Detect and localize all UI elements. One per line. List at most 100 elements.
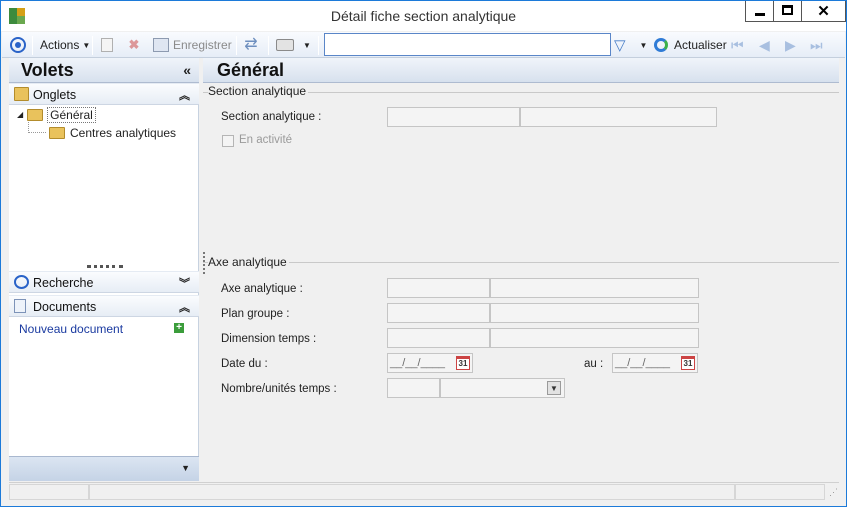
previous-icon: ◀ xyxy=(759,36,770,53)
status-cell xyxy=(735,484,825,500)
status-bar: ⋰ xyxy=(9,482,839,500)
section-code-field[interactable] xyxy=(387,107,520,127)
new-document-link[interactable]: Nouveau document xyxy=(19,322,123,336)
plan-groupe-name-field[interactable] xyxy=(490,303,699,323)
toolbar-separator xyxy=(92,36,93,55)
last-page-icon: ⏭ xyxy=(810,36,823,53)
last-record-button[interactable]: ⏭ xyxy=(810,36,823,54)
nombre-unites-temps-label: Nombre/unités temps : xyxy=(221,383,337,395)
new-record-button[interactable] xyxy=(101,36,113,54)
chevron-up-icon: ︽ xyxy=(179,302,190,314)
close-button[interactable]: ✕ xyxy=(801,1,846,22)
app-window: Détail fiche section analytique ✕ Action… xyxy=(0,0,847,507)
tree-item-general[interactable]: ◢ Général xyxy=(17,106,96,123)
axe-code-field[interactable] xyxy=(387,278,490,298)
previous-record-button[interactable]: ◀ xyxy=(759,36,770,54)
date-du-label: Date du : xyxy=(221,358,268,370)
documents-label: Documents xyxy=(33,300,97,314)
nombre-field[interactable] xyxy=(387,378,440,398)
dimension-temps-label: Dimension temps : xyxy=(221,333,317,345)
print-icon xyxy=(276,39,294,51)
plan-groupe-label: Plan groupe : xyxy=(221,308,290,320)
actions-label: Actions xyxy=(40,38,80,52)
save-label: Enregistrer xyxy=(173,38,232,52)
new-document-icon xyxy=(101,38,113,52)
save-button[interactable]: Enregistrer xyxy=(153,36,232,54)
toolbar-separator xyxy=(32,36,33,55)
plan-groupe-code-field[interactable] xyxy=(387,303,490,323)
status-cell xyxy=(9,484,89,500)
panel-footer[interactable]: ▼ xyxy=(9,456,199,481)
section-analytique-group-title: Section analytique xyxy=(208,84,309,98)
axe-name-field[interactable] xyxy=(490,278,699,298)
unites-temps-select[interactable]: ▼ xyxy=(440,378,565,398)
splitter-grip[interactable] xyxy=(87,265,123,268)
refresh-button[interactable]: Actualiser xyxy=(654,36,727,54)
maximize-button[interactable] xyxy=(773,1,801,22)
onglets-section-header[interactable]: Onglets ︽ xyxy=(9,83,199,105)
dimension-temps-code-field[interactable] xyxy=(387,328,490,348)
collapse-panel-icon[interactable]: « xyxy=(183,62,191,78)
splitter-handle[interactable] xyxy=(203,252,205,274)
page-title: Général xyxy=(217,60,285,80)
date-from-field[interactable]: __/__/____ 31 xyxy=(387,353,473,373)
dimension-temps-name-field[interactable] xyxy=(490,328,699,348)
section-name-field[interactable] xyxy=(520,107,717,127)
sync-icon: ⇄ xyxy=(244,36,258,53)
home-button[interactable] xyxy=(10,36,26,54)
date-au-label: au : xyxy=(584,358,604,370)
recherche-section-header[interactable]: Recherche ︾ xyxy=(9,271,199,293)
add-document-icon[interactable]: + xyxy=(174,323,184,333)
tree-item-label: Centres analytiques xyxy=(70,125,177,140)
filter-button[interactable]: ▽ ▼ xyxy=(614,36,647,54)
axe-analytique-label: Axe analytique : xyxy=(221,283,303,295)
filter-icon: ▽ xyxy=(614,37,626,54)
en-activite-label: En activité xyxy=(239,134,293,146)
group-divider xyxy=(203,262,839,263)
dropdown-arrow-icon[interactable]: ▼ xyxy=(547,381,561,395)
actions-menu-button[interactable]: Actions ▼ xyxy=(40,36,90,54)
refresh-label: Actualiser xyxy=(674,38,727,52)
save-icon xyxy=(153,38,169,52)
sync-button[interactable]: ⇄ xyxy=(243,36,259,54)
window-title: Détail fiche section analytique xyxy=(330,8,517,24)
panel-header: Volets « xyxy=(9,58,199,83)
delete-icon: ✖ xyxy=(128,37,140,52)
toolbar-separator xyxy=(236,36,237,55)
tree-item-centres-analytiques[interactable]: Centres analytiques xyxy=(49,124,176,141)
delete-button[interactable]: ✖ xyxy=(126,36,142,54)
documents-section-header[interactable]: Documents ︽ xyxy=(9,295,199,317)
next-record-button[interactable]: ▶ xyxy=(785,36,796,54)
chevron-down-icon: ▼ xyxy=(82,40,91,50)
onglets-label: Onglets xyxy=(33,88,77,102)
status-cell xyxy=(89,484,735,500)
chevron-down-icon: ▼ xyxy=(181,463,190,473)
folder-icon xyxy=(49,126,65,139)
toolbar-separator xyxy=(268,36,269,55)
minimize-button[interactable] xyxy=(745,1,773,22)
first-record-button[interactable]: ⏮ xyxy=(731,36,744,54)
calendar-icon[interactable]: 31 xyxy=(681,356,695,370)
print-button[interactable]: ▼ xyxy=(276,36,311,54)
close-icon: ✕ xyxy=(817,3,830,20)
open-folder-icon xyxy=(27,108,44,121)
tree-expander-icon[interactable]: ◢ xyxy=(17,110,23,119)
date-to-field[interactable]: __/__/____ 31 xyxy=(612,353,698,373)
search-input[interactable] xyxy=(324,33,611,56)
chevron-down-icon: ︾ xyxy=(179,278,190,290)
calendar-icon[interactable]: 31 xyxy=(456,356,470,370)
resize-grip-icon[interactable]: ⋰ xyxy=(829,487,838,498)
refresh-icon xyxy=(654,38,668,52)
recherche-label: Recherche xyxy=(33,276,94,290)
en-activite-checkbox[interactable] xyxy=(222,135,234,147)
axe-analytique-group-title: Axe analytique xyxy=(208,255,289,269)
section-analytique-label: Section analytique : xyxy=(221,111,322,123)
content-header: Général xyxy=(203,58,839,83)
date-to-placeholder: __/__/____ xyxy=(615,357,671,369)
search-pane-icon xyxy=(14,275,29,289)
next-icon: ▶ xyxy=(785,36,796,53)
tree-item-label: Général xyxy=(47,106,96,123)
chevron-down-icon: ▼ xyxy=(303,40,311,50)
title-bar: Détail fiche section analytique ✕ xyxy=(1,1,846,31)
toolbar: Actions ▼ ✖ Enregistrer ⇄ ▼ ▽ ▼ Actualis… xyxy=(2,32,845,58)
